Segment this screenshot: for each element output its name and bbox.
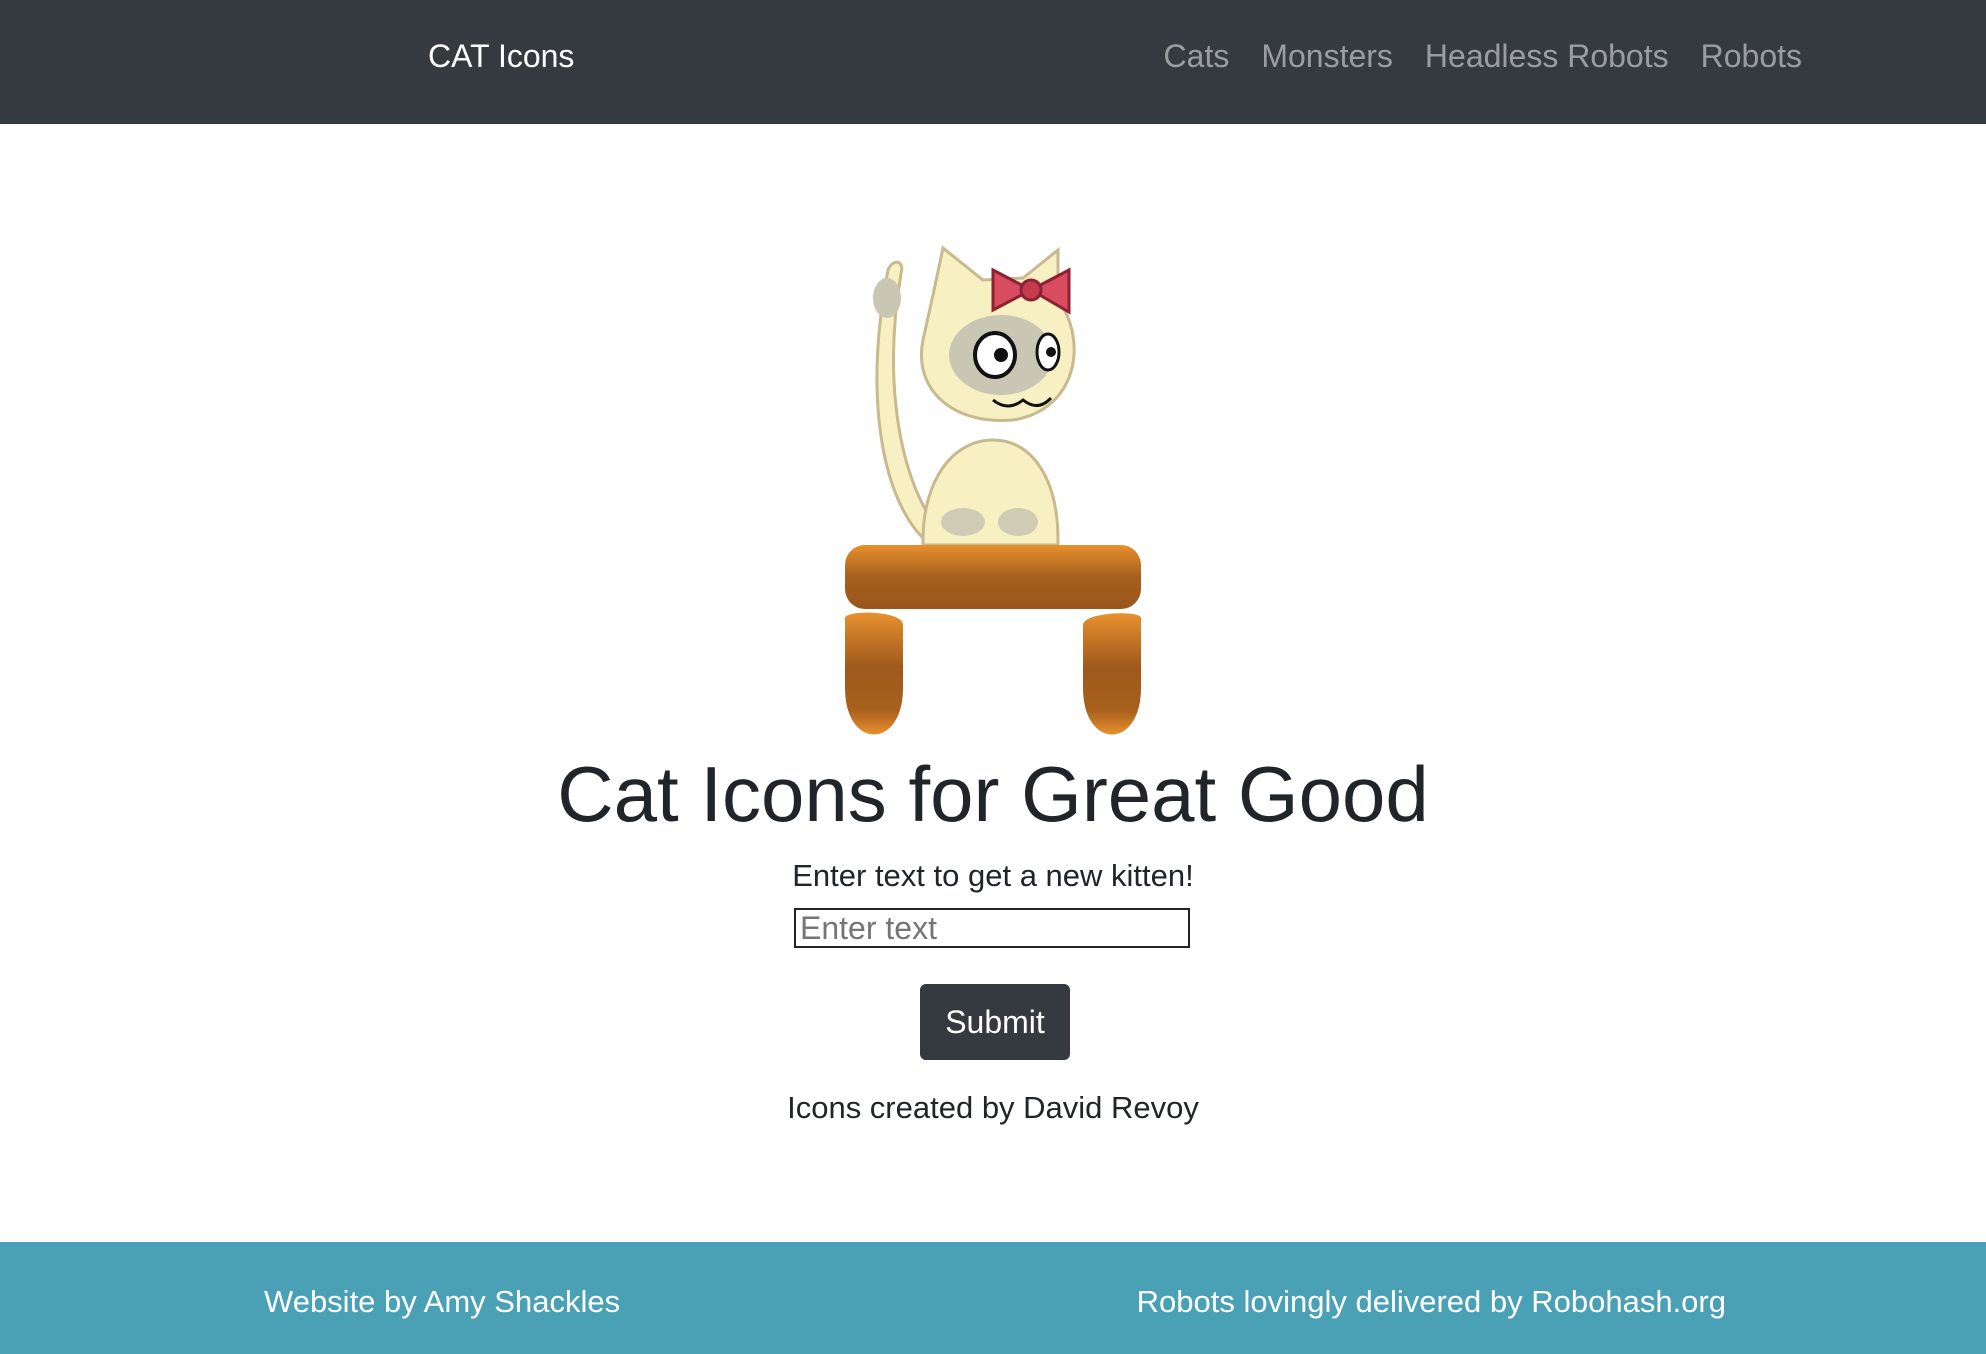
top-navbar: CAT Icons Cats Monsters Headless Robots … — [0, 0, 1986, 124]
kitten-text-input[interactable] — [794, 908, 1190, 948]
submit-button[interactable]: Submit — [920, 984, 1070, 1060]
nav-link-cats[interactable]: Cats — [1164, 38, 1230, 75]
page-title: Cat Icons for Great Good — [557, 750, 1429, 838]
brand-link[interactable]: CAT Icons — [428, 38, 574, 75]
nav-link-monsters[interactable]: Monsters — [1261, 38, 1393, 75]
nav-link-robots[interactable]: Robots — [1701, 38, 1802, 75]
footer-author-text: Website by Amy Shackles — [264, 1284, 621, 1319]
nav-links: Cats Monsters Headless Robots Robots — [1164, 38, 1802, 75]
cat-on-stool-image — [845, 245, 1141, 735]
nav-link-headless-robots[interactable]: Headless Robots — [1425, 38, 1669, 75]
footer: Website by Amy Shackles Robots lovingly … — [0, 1242, 1986, 1354]
prompt-text: Enter text to get a new kitten! — [792, 858, 1194, 893]
footer-robohash-text: Robots lovingly delivered by Robohash.or… — [1136, 1284, 1726, 1319]
icon-credit-text: Icons created by David Revoy — [787, 1090, 1199, 1125]
